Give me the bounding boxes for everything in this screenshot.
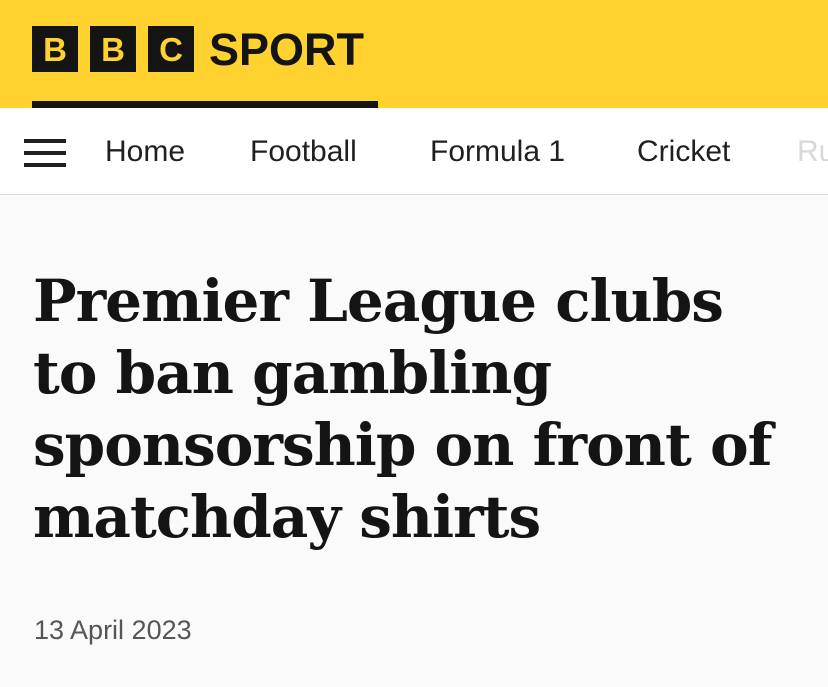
bbc-logo-letter-b1: B xyxy=(32,26,78,72)
sport-wordmark: SPORT xyxy=(209,23,365,75)
nav-item-home[interactable]: Home xyxy=(105,134,185,170)
navigation-bar: Home Football Formula 1 Cricket Ru xyxy=(0,108,828,195)
active-section-underline xyxy=(32,101,378,108)
bbc-logo-letter-b2: B xyxy=(90,26,136,72)
nav-item-cricket[interactable]: Cricket xyxy=(637,134,730,170)
site-header: B B C SPORT xyxy=(0,0,828,108)
article-date: 13 April 2023 xyxy=(34,615,192,645)
hamburger-menu-icon[interactable] xyxy=(24,139,66,167)
bbc-sport-logo[interactable]: B B C SPORT xyxy=(32,26,364,72)
nav-item-rugby-partial[interactable]: Ru xyxy=(797,134,828,170)
nav-item-formula-1[interactable]: Formula 1 xyxy=(430,134,565,170)
nav-item-football[interactable]: Football xyxy=(250,134,357,170)
bbc-logo-letter-c: C xyxy=(148,26,194,72)
article-headline: Premier League clubs to ban gambling spo… xyxy=(33,267,773,551)
